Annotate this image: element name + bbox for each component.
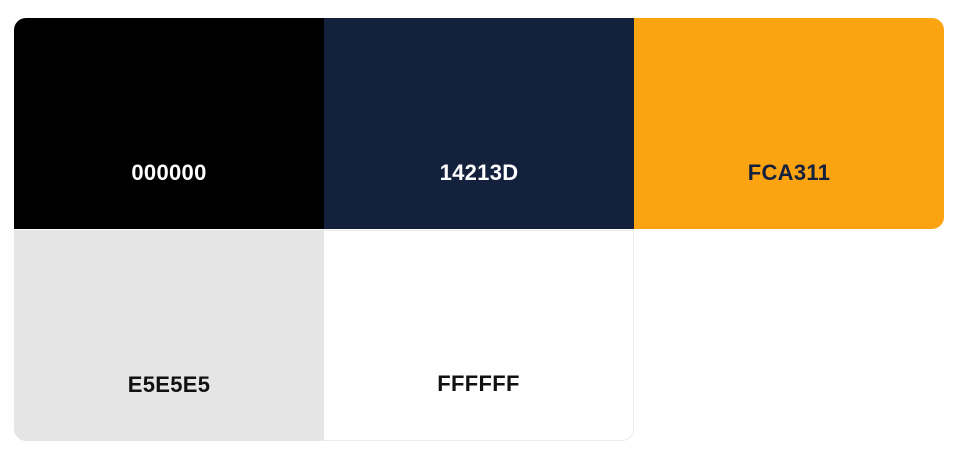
- swatch-hex-label: 14213D: [439, 160, 519, 185]
- color-swatch-000000[interactable]: 000000: [14, 18, 324, 229]
- swatch-hex-label: 000000: [131, 160, 207, 185]
- color-swatch-e5e5e5[interactable]: E5E5E5: [14, 230, 324, 441]
- color-swatch-ffffff[interactable]: FFFFFF: [324, 230, 634, 441]
- color-palette: 000000 14213D FCA311 E5E5E5 FFFFFF: [14, 18, 944, 441]
- color-swatch-14213d[interactable]: 14213D: [324, 18, 634, 229]
- swatch-hex-label: E5E5E5: [127, 372, 211, 397]
- swatch-hex-label: FCA311: [747, 160, 831, 185]
- swatch-hex-label: FFFFFF: [437, 371, 520, 396]
- color-swatch-fca311[interactable]: FCA311: [634, 18, 944, 229]
